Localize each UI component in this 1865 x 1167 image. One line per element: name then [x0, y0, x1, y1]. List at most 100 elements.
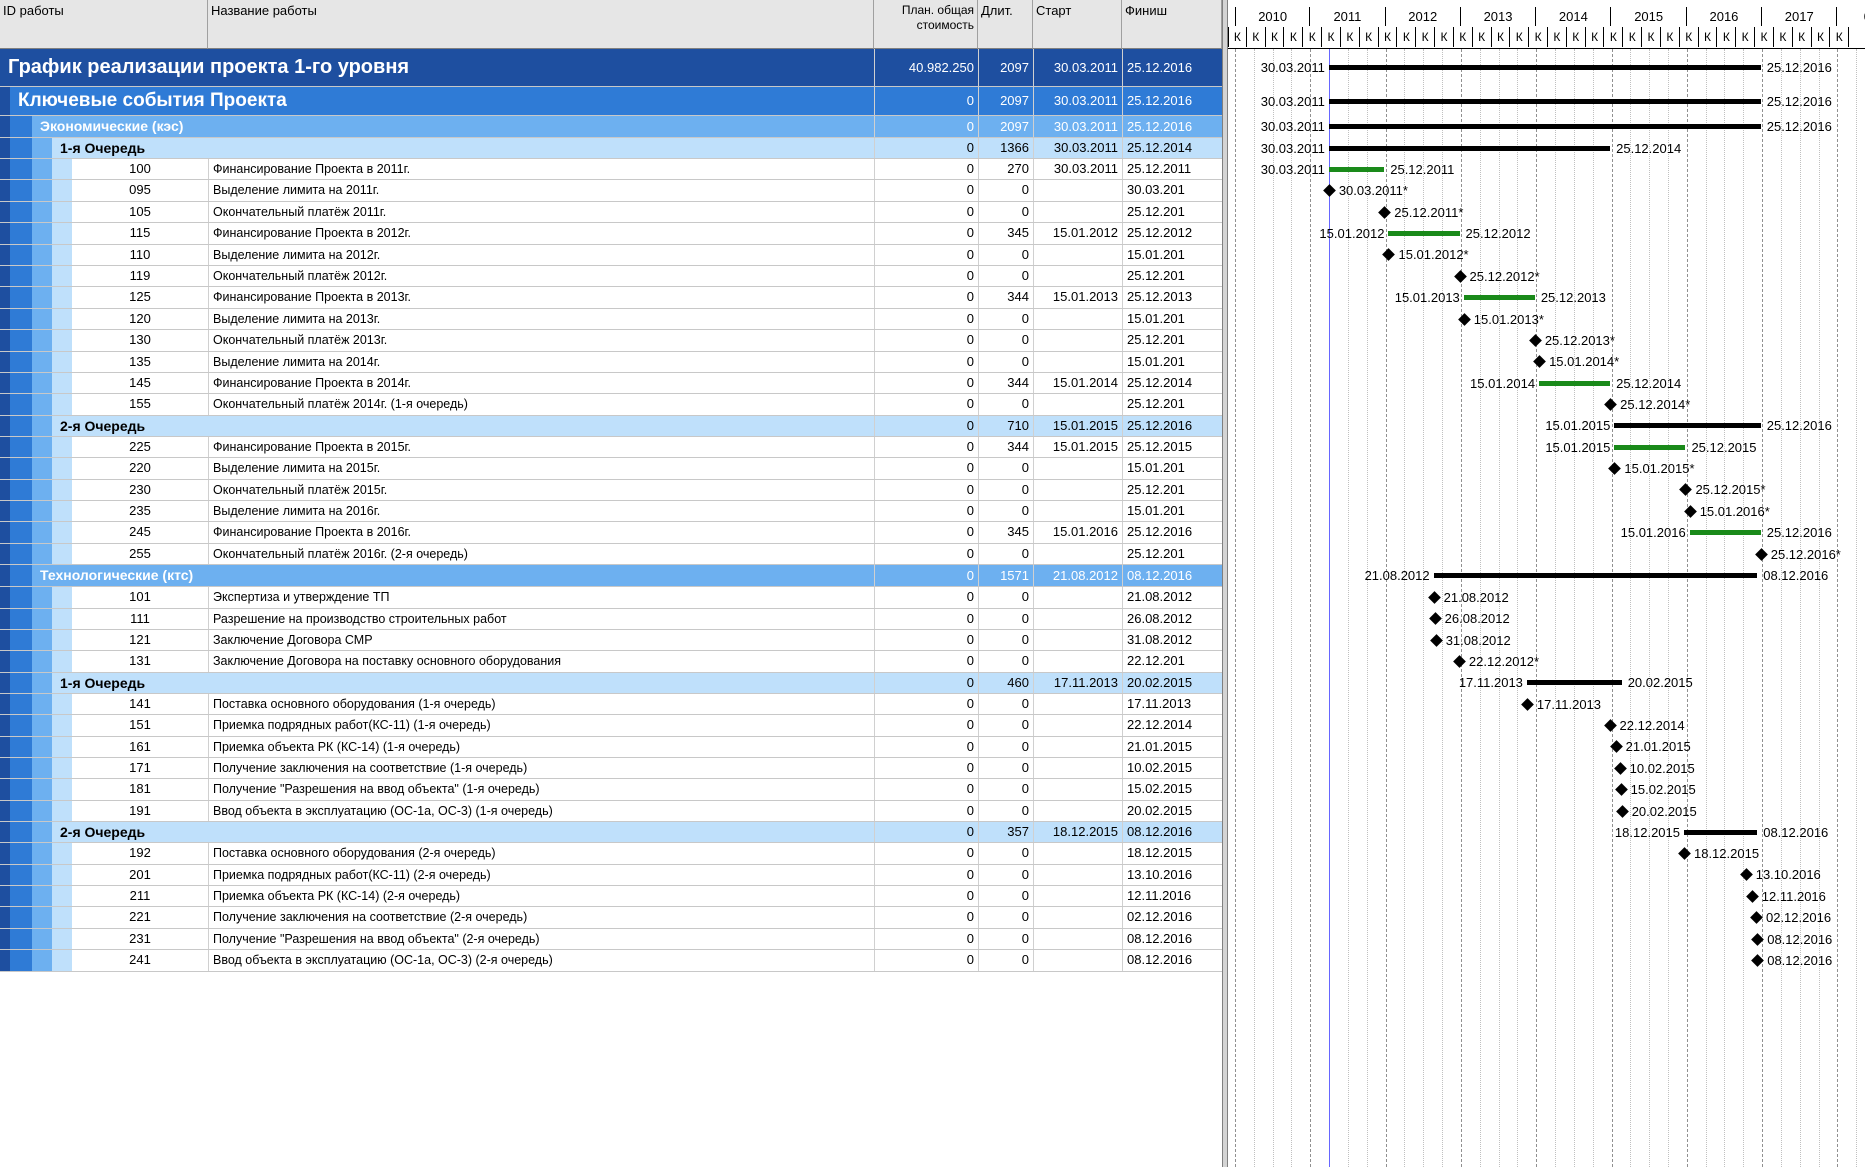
- milestone-diamond[interactable]: [1608, 462, 1622, 475]
- summary-bar[interactable]: [1614, 423, 1761, 429]
- table-row[interactable]: 241 Ввод объекта в эксплуатацию (ОС-1а, О…: [0, 950, 1222, 972]
- row-id: 105: [129, 203, 151, 219]
- hierarchy-rail: [10, 116, 32, 137]
- table-row[interactable]: 221 Получение заключения на соответствие …: [0, 907, 1222, 929]
- activity-bar[interactable]: [1328, 166, 1385, 172]
- table-row[interactable]: 181 Получение "Разрешения на ввод объекта…: [0, 779, 1222, 801]
- table-row[interactable]: 230 Окончательный платёж 2015г. 0 0 25.12.20…: [0, 479, 1222, 501]
- table-row[interactable]: Ключевые события Проекта 0 2097 30.03.2011 2…: [0, 87, 1222, 116]
- table-row[interactable]: 220 Выделение лимита на 2015г. 0 0 15.01.201: [0, 458, 1222, 480]
- hierarchy-rail: [32, 330, 52, 351]
- summary-bar[interactable]: [1683, 829, 1758, 835]
- milestone-diamond[interactable]: [1615, 804, 1629, 818]
- table-row[interactable]: 125 Финансирование Проекта в 2013г. 0 344 15…: [0, 287, 1222, 309]
- table-row[interactable]: 111 Разрешение на производство строительн…: [0, 608, 1222, 630]
- table-row[interactable]: 2-я Очередь 0 710 15.01.2015 25.12.2016: [0, 415, 1222, 437]
- milestone-diamond[interactable]: [1754, 547, 1768, 561]
- column-header-finish[interactable]: Финиш: [1122, 0, 1222, 49]
- milestone-diamond[interactable]: [1750, 911, 1763, 924]
- table-row[interactable]: 145 Финансирование Проекта в 2014г. 0 344 15…: [0, 373, 1222, 395]
- column-header-id[interactable]: ID работы: [0, 0, 208, 49]
- gantt-gridline: [1724, 49, 1726, 1167]
- milestone-diamond[interactable]: [1322, 184, 1336, 197]
- summary-bar[interactable]: [1526, 680, 1622, 686]
- row-cost: 0: [874, 779, 978, 800]
- milestone-diamond[interactable]: [1378, 205, 1392, 219]
- milestone-diamond[interactable]: [1613, 761, 1627, 775]
- table-row[interactable]: 141 Поставка основного оборудования (1-я …: [0, 693, 1222, 716]
- table-row[interactable]: 121 Заключение Договора СМР 0 0 31.08.2012: [0, 630, 1222, 652]
- table-row[interactable]: 151 Приемка подрядных работ(КС-11) (1-я о…: [0, 715, 1222, 737]
- activity-bar[interactable]: [1463, 295, 1535, 301]
- table-row[interactable]: 101 Экспертиза и утверждение ТП 0 0 21.08.20…: [0, 587, 1222, 609]
- table-row[interactable]: График реализации проекта 1-го уровня 40.…: [0, 49, 1222, 87]
- table-row[interactable]: 110 Выделение лимита на 2012г. 0 0 15.01.201: [0, 244, 1222, 266]
- table-row[interactable]: 135 Выделение лимита на 2014г. 0 0 15.01.201: [0, 351, 1222, 373]
- column-header-duration[interactable]: Длит.: [978, 0, 1033, 49]
- column-header-cost[interactable]: План. общая стоимость: [874, 0, 978, 49]
- summary-bar[interactable]: [1328, 124, 1761, 129]
- table-row[interactable]: 191 Ввод объекта в эксплуатацию (ОС-1а, О…: [0, 800, 1222, 823]
- table-row[interactable]: 105 Окончательный платёж 2011г. 0 0 25.12.20…: [0, 201, 1222, 224]
- milestone-diamond[interactable]: [1453, 269, 1467, 283]
- milestone-diamond[interactable]: [1382, 248, 1396, 262]
- milestone-diamond[interactable]: [1604, 398, 1617, 411]
- milestone-diamond[interactable]: [1614, 783, 1628, 796]
- table-row[interactable]: 100 Финансирование Проекта в 2011г. 0 270 30…: [0, 159, 1222, 181]
- summary-bar[interactable]: [1328, 145, 1611, 151]
- milestone-diamond[interactable]: [1739, 868, 1753, 882]
- hierarchy-rail: [0, 886, 10, 907]
- table-row[interactable]: 255 Окончательный платёж 2016г. (2-я очер…: [0, 543, 1222, 566]
- table-row[interactable]: 245 Финансирование Проекта в 2016г. 0 345 15…: [0, 522, 1222, 544]
- row-start: 30.03.2011: [1033, 159, 1122, 180]
- milestone-diamond[interactable]: [1528, 334, 1542, 347]
- column-header-name[interactable]: Название работы: [208, 0, 874, 49]
- milestone-diamond[interactable]: [1427, 591, 1441, 604]
- table-row[interactable]: 095 Выделение лимита на 2011г. 0 0 30.03.201: [0, 180, 1222, 202]
- table-row[interactable]: 225 Финансирование Проекта в 2015г. 0 344 15…: [0, 436, 1222, 459]
- table-row[interactable]: 2-я Очередь 0 357 18.12.2015 08.12.2016: [0, 822, 1222, 844]
- milestone-diamond[interactable]: [1533, 355, 1546, 369]
- table-row[interactable]: Экономические (кэс) 0 2097 30.03.2011 25.12.…: [0, 116, 1222, 138]
- milestone-diamond[interactable]: [1457, 312, 1471, 326]
- milestone-diamond[interactable]: [1745, 889, 1759, 903]
- milestone-diamond[interactable]: [1679, 483, 1693, 497]
- table-row[interactable]: 211 Приемка объекта РК (КС-14) (2-я очере…: [0, 886, 1222, 908]
- row-dur: 0: [978, 587, 1033, 608]
- hierarchy-rail: [10, 330, 32, 351]
- table-row[interactable]: 131 Заключение Договора на поставку основ…: [0, 651, 1222, 673]
- milestone-diamond[interactable]: [1521, 697, 1534, 711]
- row-id: 115: [129, 225, 151, 241]
- table-row[interactable]: 115 Финансирование Проекта в 2012г. 0 345 15…: [0, 223, 1222, 245]
- summary-bar[interactable]: [1328, 98, 1761, 104]
- milestone-diamond[interactable]: [1683, 504, 1697, 518]
- table-row[interactable]: 120 Выделение лимита на 2013г. 0 0 15.01.201: [0, 308, 1222, 331]
- summary-bar[interactable]: [1433, 573, 1758, 579]
- activity-bar[interactable]: [1614, 444, 1686, 450]
- table-row[interactable]: 231 Получение "Разрешения на ввод объекта…: [0, 928, 1222, 951]
- table-row[interactable]: Технологические (ктс) 0 1571 21.08.2012 08.1…: [0, 565, 1222, 588]
- table-row[interactable]: 1-я Очередь 0 460 17.11.2013 20.02.2015: [0, 672, 1222, 694]
- activity-bar[interactable]: [1689, 530, 1761, 536]
- summary-bar[interactable]: [1328, 65, 1761, 70]
- milestone-diamond[interactable]: [1603, 719, 1617, 732]
- table-row[interactable]: 192 Поставка основного оборудования (2-я …: [0, 843, 1222, 865]
- table-row[interactable]: 119 Окончательный платёж 2012г. 0 0 25.12.20…: [0, 266, 1222, 288]
- milestone-diamond[interactable]: [1428, 612, 1442, 626]
- table-row[interactable]: 201 Приемка подрядных работ(КС-11) (2-я о…: [0, 864, 1222, 886]
- table-row[interactable]: 235 Выделение лимита на 2016г. 0 0 15.01.201: [0, 501, 1222, 523]
- table-row[interactable]: 155 Окончательный платёж 2014г. (1-я очер…: [0, 394, 1222, 416]
- row-id: 155: [129, 396, 151, 412]
- milestone-diamond[interactable]: [1453, 655, 1466, 668]
- milestone-diamond[interactable]: [1429, 633, 1443, 647]
- row-dur: 0: [978, 351, 1033, 372]
- table-row[interactable]: 130 Окончательный платёж 2013г. 0 0 25.12.20…: [0, 330, 1222, 352]
- table-row[interactable]: 161 Приемка объекта РК (КС-14) (1-я очере…: [0, 736, 1222, 758]
- timescale-year: 2017: [1762, 7, 1838, 26]
- activity-bar[interactable]: [1539, 380, 1611, 386]
- column-header-start[interactable]: Старт: [1033, 0, 1122, 49]
- milestone-diamond[interactable]: [1678, 847, 1691, 860]
- activity-bar[interactable]: [1388, 230, 1460, 236]
- table-row[interactable]: 171 Получение заключения на соответствие …: [0, 758, 1222, 780]
- table-row[interactable]: 1-я Очередь 0 1366 30.03.2011 25.12.2014: [0, 138, 1222, 159]
